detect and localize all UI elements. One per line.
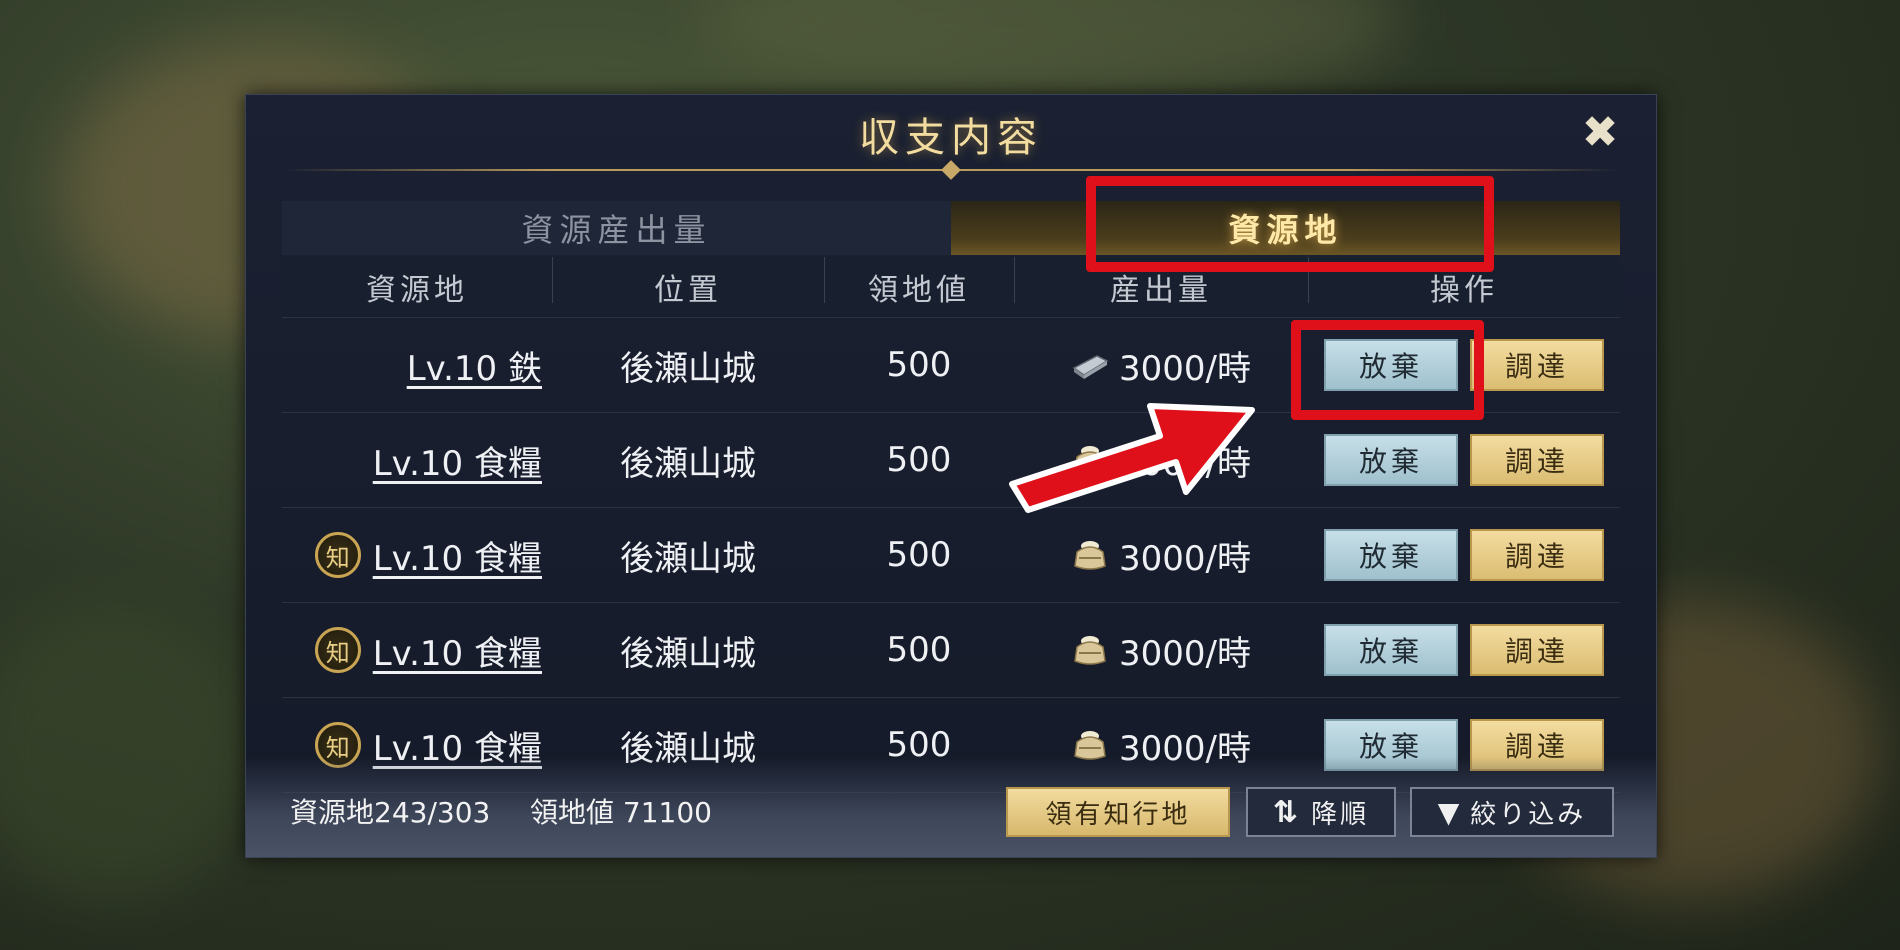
highlight-box-tab (1086, 176, 1494, 272)
location-cell: 後瀬山城 (620, 633, 756, 674)
location-cell: 後瀬山城 (620, 443, 756, 484)
sort-label: 降順 (1311, 799, 1370, 830)
filter-button[interactable]: ▼ 絞り込み (1410, 787, 1614, 837)
rice-bag-icon (1071, 633, 1109, 667)
resource-site-link[interactable]: Lv.10 食糧 (373, 436, 542, 485)
resource-site-count: 資源地243/303 (290, 796, 491, 829)
background-blur (700, 0, 1400, 100)
resource-site-cell: Lv.10 食糧 (282, 436, 552, 485)
procure-button[interactable]: 調達 (1470, 624, 1604, 676)
dialog-title: 収支内容 (859, 115, 1043, 161)
highlight-box-abandon (1291, 320, 1484, 420)
actions-cell: 放棄 調達 (1308, 624, 1620, 676)
sort-arrows-icon: ⇅ (1272, 794, 1302, 830)
location-cell: 後瀬山城 (620, 348, 756, 389)
territory-value-cell: 500 (886, 440, 952, 480)
tab-resource-output[interactable]: 資源産出量 (282, 201, 951, 255)
fief-badge-icon: 知 (314, 532, 361, 578)
procure-button[interactable]: 調達 (1470, 434, 1604, 486)
resource-site-cell: 知 Lv.10 食糧 (282, 626, 552, 675)
filter-label: 絞り込み (1470, 799, 1587, 830)
close-shuriken-icon[interactable]: ✖ (1576, 109, 1624, 157)
territory-value-cell: 500 (886, 345, 952, 385)
output-cell: 3000/時 (1014, 626, 1308, 675)
territory-value-cell: 500 (886, 630, 952, 670)
pointer-arrow-icon (1009, 403, 1255, 513)
rice-bag-icon (1071, 538, 1109, 572)
fief-badge-icon: 知 (314, 627, 361, 673)
resource-site-link[interactable]: Lv.10 食糧 (373, 626, 542, 675)
background-blur (0, 600, 260, 900)
owned-fief-button[interactable]: 領有知行地 (1006, 787, 1230, 837)
output-cell: 3000/時 (1014, 531, 1308, 580)
procure-button[interactable]: 調達 (1470, 339, 1604, 391)
sort-descending-button[interactable]: ⇅ 降順 (1246, 787, 1396, 837)
header-resource-site: 資源地 (366, 273, 468, 308)
resource-site-cell: Lv.10 鉄 (282, 341, 552, 390)
resource-site-link[interactable]: Lv.10 鉄 (407, 341, 542, 390)
resource-site-cell: 知 Lv.10 食糧 (282, 531, 552, 580)
territory-value-total: 領地値 71100 (530, 796, 712, 829)
filter-icon: ▼ (1437, 795, 1463, 829)
actions-cell: 放棄 調達 (1308, 529, 1620, 581)
table-row: 知 Lv.10 食糧 後瀬山城 500 3000/時 放棄 調達 (282, 508, 1620, 603)
output-rate: 3000/時 (1119, 633, 1251, 674)
title-ornament (941, 160, 961, 180)
header-location: 位置 (552, 257, 824, 309)
location-cell: 後瀬山城 (620, 538, 756, 579)
header-territory-value: 領地値 (824, 257, 1014, 309)
resource-site-link[interactable]: Lv.10 食糧 (373, 531, 542, 580)
abandon-button[interactable]: 放棄 (1324, 434, 1458, 486)
abandon-button[interactable]: 放棄 (1324, 529, 1458, 581)
iron-ingot-icon (1071, 348, 1109, 382)
actions-cell: 放棄 調達 (1308, 434, 1620, 486)
footer-bar: 資源地243/303 領地値 71100 領有知行地 ⇅ 降順 ▼ 絞り込み (246, 757, 1656, 857)
table-row: Lv.10 食糧 後瀬山城 500 3000/時 放棄 調達 (282, 413, 1620, 508)
abandon-button[interactable]: 放棄 (1324, 624, 1458, 676)
output-rate: 3000/時 (1119, 538, 1251, 579)
territory-value-cell: 500 (886, 535, 952, 575)
table-row: 知 Lv.10 食糧 後瀬山城 500 3000/時 放棄 調達 (282, 603, 1620, 698)
procure-button[interactable]: 調達 (1470, 529, 1604, 581)
